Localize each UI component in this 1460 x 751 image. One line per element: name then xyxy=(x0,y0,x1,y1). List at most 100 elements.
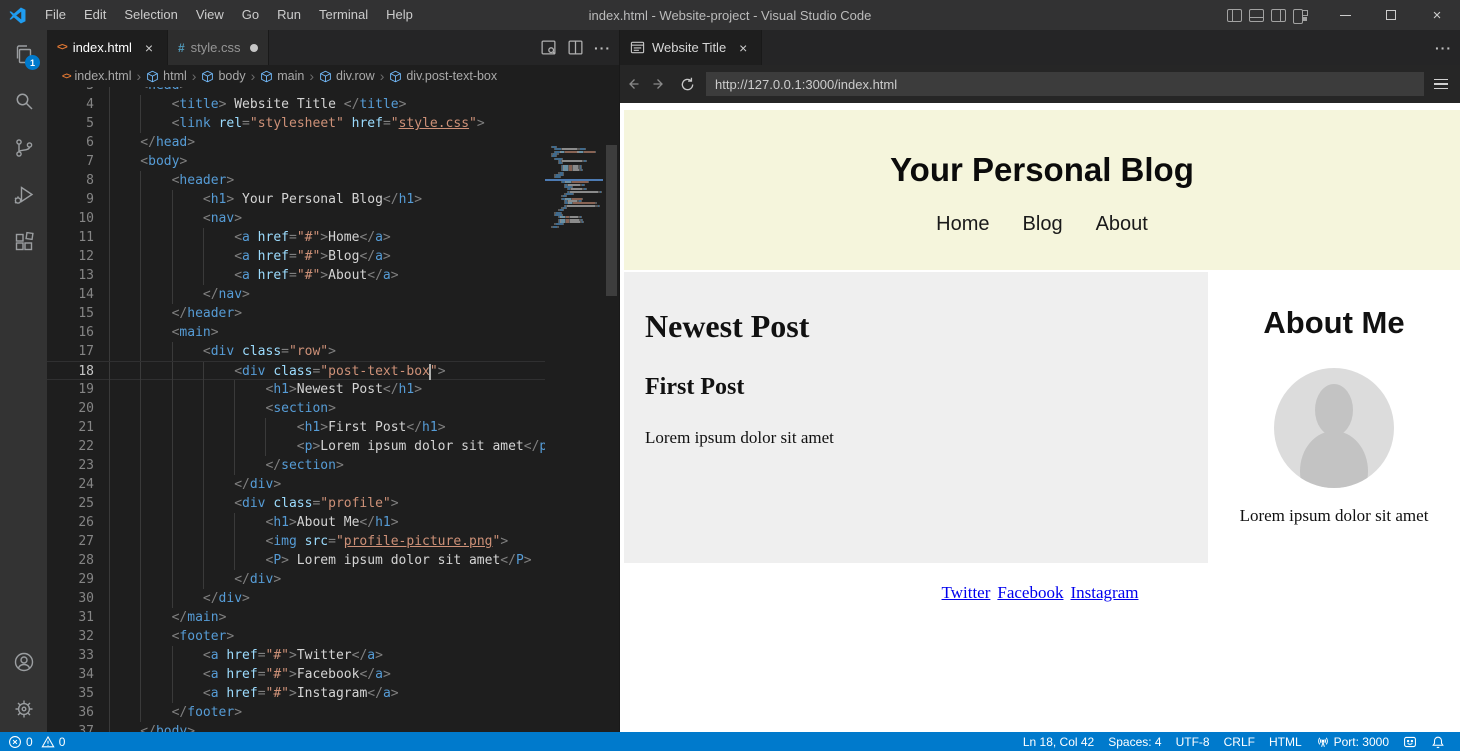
toggle-secondary-sidebar-icon[interactable] xyxy=(1271,9,1286,22)
code-line[interactable]: 27<img src="profile-picture.png"> xyxy=(47,532,619,551)
accounts-icon[interactable] xyxy=(0,638,47,685)
minimize-button[interactable] xyxy=(1322,0,1368,30)
tab-index-html[interactable]: index.html xyxy=(47,30,168,65)
status-item-html[interactable]: HTML xyxy=(1262,735,1309,749)
code-line[interactable]: 36</footer> xyxy=(47,703,619,722)
status-item-port-3000[interactable]: Port: 3000 xyxy=(1309,735,1396,749)
code-line[interactable]: 29</div> xyxy=(47,570,619,589)
code-line[interactable]: 32<footer> xyxy=(47,627,619,646)
notifications-bell-icon[interactable] xyxy=(1424,735,1452,749)
breadcrumb-item-main[interactable]: main xyxy=(260,69,304,83)
extensions-icon[interactable] xyxy=(0,218,47,265)
forward-icon[interactable] xyxy=(646,76,672,92)
code-line[interactable]: 20<section> xyxy=(47,399,619,418)
nav-link-blog[interactable]: Blog xyxy=(1023,213,1063,236)
breadcrumb-item-div-post-text-box[interactable]: div.post-text-box xyxy=(389,69,497,83)
code-line[interactable]: 5<link rel="stylesheet" href="style.css"… xyxy=(47,114,619,133)
code-token: Your Personal Blog xyxy=(234,192,383,207)
menu-view[interactable]: View xyxy=(187,0,233,30)
menu-selection[interactable]: Selection xyxy=(115,0,186,30)
code-line[interactable]: 4<title> Website Title </title> xyxy=(47,95,619,114)
code-line[interactable]: 31</main> xyxy=(47,608,619,627)
code-line[interactable]: 30</div> xyxy=(47,589,619,608)
scrollbar-thumb[interactable] xyxy=(606,145,617,296)
breadcrumb-item-body[interactable]: body xyxy=(201,69,245,83)
code-line[interactable]: 3<head> xyxy=(47,87,619,95)
code-line[interactable]: 6</head> xyxy=(47,133,619,152)
toggle-sidebar-icon[interactable] xyxy=(1227,9,1242,22)
source-control-icon[interactable] xyxy=(0,124,47,171)
reload-icon[interactable] xyxy=(672,77,702,92)
code-editor[interactable]: 3<head>4<title> Website Title </title>5<… xyxy=(47,87,619,732)
code-line[interactable]: 12<a href="#">Blog</a> xyxy=(47,247,619,266)
code-line[interactable]: 25<div class="profile"> xyxy=(47,494,619,513)
footer-link-instagram[interactable]: Instagram xyxy=(1070,583,1138,602)
menu-go[interactable]: Go xyxy=(233,0,268,30)
nav-link-home[interactable]: Home xyxy=(936,213,989,236)
menu-file[interactable]: File xyxy=(36,0,75,30)
more-actions-icon[interactable] xyxy=(1435,40,1452,56)
customize-layout-icon[interactable] xyxy=(1293,9,1308,22)
code-line[interactable]: 33<a href="#">Twitter</a> xyxy=(47,646,619,665)
browser-menu-icon[interactable] xyxy=(1424,79,1458,90)
code-line[interactable]: 16<main> xyxy=(47,323,619,342)
code-line[interactable]: 28<P> Lorem ipsum dolor sit amet</P> xyxy=(47,551,619,570)
status-item-utf-8[interactable]: UTF-8 xyxy=(1169,735,1217,749)
breadcrumb-item-index-html[interactable]: index.html xyxy=(62,69,132,83)
menu-help[interactable]: Help xyxy=(377,0,422,30)
code-line[interactable]: 15</header> xyxy=(47,304,619,323)
menu-terminal[interactable]: Terminal xyxy=(310,0,377,30)
code-line[interactable]: 21<h1>First Post</h1> xyxy=(47,418,619,437)
status-item-ln-18-col-42[interactable]: Ln 18, Col 42 xyxy=(1016,735,1101,749)
footer-link-twitter[interactable]: Twitter xyxy=(942,583,991,602)
menu-run[interactable]: Run xyxy=(268,0,310,30)
tab-style-css[interactable]: style.css xyxy=(168,30,270,65)
code-line[interactable]: 34<a href="#">Facebook</a> xyxy=(47,665,619,684)
problems-status[interactable]: 0 0 xyxy=(0,735,69,749)
more-actions-icon[interactable] xyxy=(594,40,611,56)
code-line[interactable]: 13<a href="#">About</a> xyxy=(47,266,619,285)
status-item-crlf[interactable]: CRLF xyxy=(1217,735,1262,749)
split-editor-icon[interactable] xyxy=(567,39,584,56)
code-line[interactable]: 9<h1> Your Personal Blog</h1> xyxy=(47,190,619,209)
code-line[interactable]: 14</nav> xyxy=(47,285,619,304)
settings-gear-icon[interactable] xyxy=(0,685,47,732)
code-line[interactable]: 8<header> xyxy=(47,171,619,190)
code-token: < xyxy=(203,686,211,701)
menu-edit[interactable]: Edit xyxy=(75,0,115,30)
minimap[interactable] xyxy=(548,146,602,228)
code-line[interactable]: 37</body> xyxy=(47,722,619,732)
open-preview-icon[interactable] xyxy=(540,39,557,56)
tab-website-title[interactable]: Website Title xyxy=(620,30,762,65)
toggle-panel-icon[interactable] xyxy=(1249,9,1264,22)
breadcrumb-item-div-row[interactable]: div.row xyxy=(319,69,375,83)
code-line[interactable]: 23</section> xyxy=(47,456,619,475)
maximize-button[interactable] xyxy=(1368,0,1414,30)
code-line[interactable]: 17<div class="row"> xyxy=(47,342,619,361)
code-token: > xyxy=(226,629,234,644)
code-line[interactable]: 35<a href="#">Instagram</a> xyxy=(47,684,619,703)
close-tab-icon[interactable] xyxy=(141,40,157,56)
code-line[interactable]: 24</div> xyxy=(47,475,619,494)
modified-dot-icon[interactable] xyxy=(250,44,258,52)
code-line[interactable]: 22<p>Lorem ipsum dolor sit amet</p> xyxy=(47,437,619,456)
code-line[interactable]: 18<div class="post-text-box"> xyxy=(47,361,619,380)
back-icon[interactable] xyxy=(620,76,646,92)
editor-scrollbar[interactable] xyxy=(605,144,618,732)
run-debug-icon[interactable] xyxy=(0,171,47,218)
code-line[interactable]: 7<body> xyxy=(47,152,619,171)
breadcrumb-item-html[interactable]: html xyxy=(146,69,187,83)
explorer-icon[interactable]: 1 xyxy=(0,30,47,77)
code-line[interactable]: 10<nav> xyxy=(47,209,619,228)
close-tab-icon[interactable] xyxy=(735,40,751,56)
code-line[interactable]: 26<h1>About Me</h1> xyxy=(47,513,619,532)
feedback-icon[interactable] xyxy=(1396,735,1424,749)
search-icon[interactable] xyxy=(0,77,47,124)
footer-link-facebook[interactable]: Facebook xyxy=(997,583,1063,602)
code-line[interactable]: 19<h1>Newest Post</h1> xyxy=(47,380,619,399)
close-window-button[interactable]: × xyxy=(1414,0,1460,30)
url-input[interactable] xyxy=(706,72,1424,96)
nav-link-about[interactable]: About xyxy=(1096,213,1148,236)
code-line[interactable]: 11<a href="#">Home</a> xyxy=(47,228,619,247)
status-item-spaces-4[interactable]: Spaces: 4 xyxy=(1101,735,1168,749)
